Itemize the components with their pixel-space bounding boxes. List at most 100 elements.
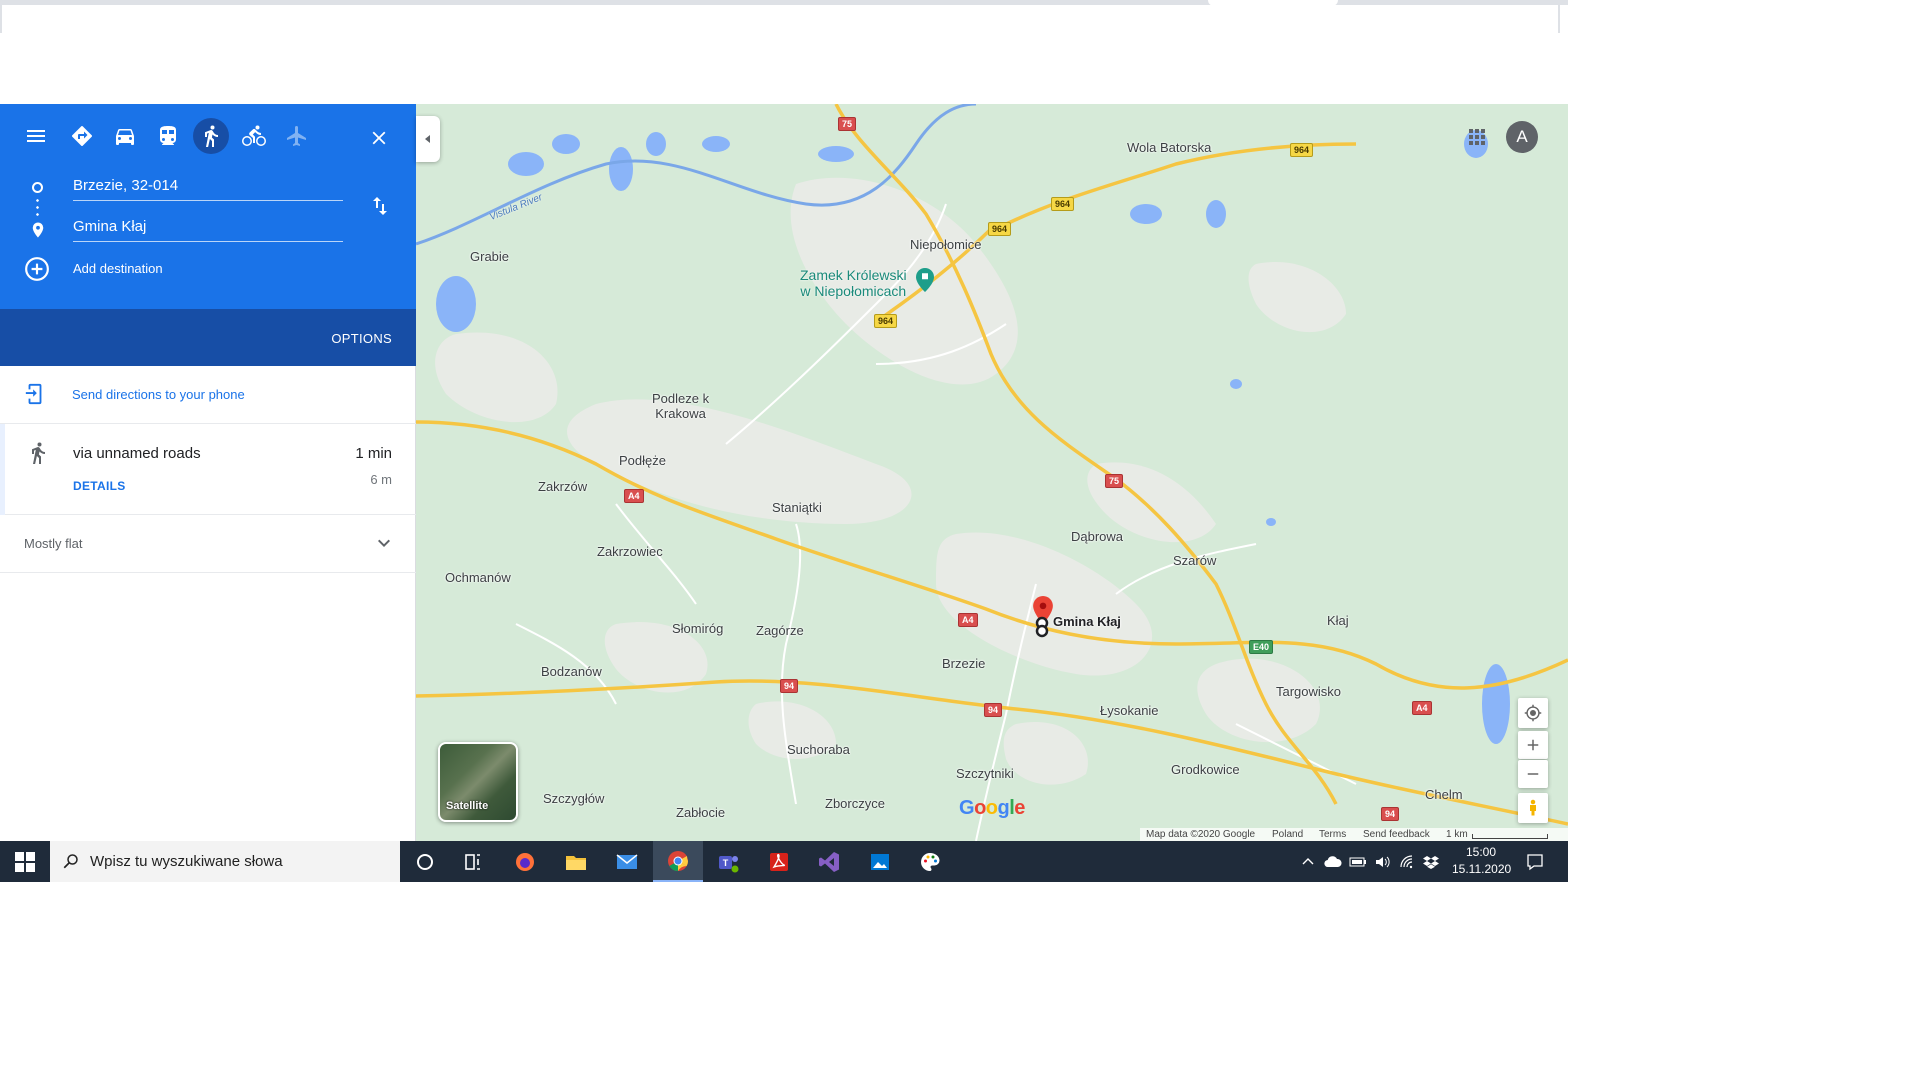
- mode-transit-button[interactable]: [150, 118, 186, 154]
- send-feedback-link[interactable]: Send feedback: [1363, 829, 1430, 840]
- place-label: Staniątki: [772, 500, 822, 515]
- poi-label[interactable]: Zamek Królewski w Niepołomicach: [800, 267, 907, 299]
- directions-diamond-icon: [72, 126, 92, 146]
- photos-taskbar-button[interactable]: [855, 841, 905, 882]
- notification-center-button[interactable]: [1520, 841, 1550, 882]
- add-destination-link[interactable]: Add destination: [73, 261, 163, 276]
- route-details-link[interactable]: DETAILS: [73, 479, 126, 493]
- acrobat-taskbar-button[interactable]: [754, 841, 804, 882]
- route-distance: 6 m: [370, 472, 392, 487]
- satellite-toggle[interactable]: Satellite: [438, 742, 518, 822]
- place-label: Suchoraba: [787, 742, 850, 757]
- mode-cycling-button[interactable]: [236, 118, 272, 154]
- place-label: Zakrzów: [538, 479, 588, 494]
- place-label: Łysokanie: [1100, 703, 1159, 718]
- onedrive-tray[interactable]: [1322, 841, 1344, 882]
- account-avatar[interactable]: A: [1506, 121, 1538, 153]
- road-shield: 75: [1105, 474, 1124, 488]
- dropbox-tray[interactable]: [1420, 841, 1442, 882]
- road-shield: A4: [958, 613, 978, 627]
- map-attribution: Map data ©2020 Google Poland Terms Send …: [1140, 828, 1568, 841]
- search-icon: [63, 854, 78, 869]
- my-location-button[interactable]: [1518, 698, 1548, 728]
- chevron-left-icon: [425, 135, 430, 143]
- destination-input[interactable]: Gmina Kłaj: [73, 212, 343, 242]
- road-shield: 94: [984, 703, 1003, 717]
- country-link[interactable]: Poland: [1272, 829, 1303, 840]
- landmark-pin-icon[interactable]: [916, 268, 934, 292]
- wifi-icon: [1400, 854, 1413, 868]
- tray-overflow-chevron[interactable]: [1298, 841, 1318, 882]
- place-label: Szczytniki: [956, 766, 1014, 781]
- plus-icon: [1527, 739, 1539, 751]
- road-shield: 964: [1051, 197, 1075, 211]
- clock-date: 15.11.2020: [1452, 862, 1512, 876]
- terms-link[interactable]: Terms: [1319, 829, 1346, 840]
- task-view-button[interactable]: [448, 841, 498, 882]
- place-label: Zakrzowiec: [597, 544, 663, 559]
- menu-button[interactable]: [18, 118, 54, 154]
- place-label: Szarów: [1173, 553, 1217, 568]
- zoom-out-button[interactable]: [1518, 760, 1548, 788]
- airplane-icon: [287, 126, 306, 146]
- volume-tray[interactable]: [1371, 841, 1393, 882]
- paint-taskbar-button[interactable]: [905, 841, 955, 882]
- place-label: Podleze k Krakowa: [652, 391, 710, 421]
- collapse-panel-button[interactable]: [416, 116, 440, 162]
- hamburger-icon: [27, 130, 45, 142]
- mode-walking-button[interactable]: [193, 118, 229, 154]
- visual-studio-taskbar-button[interactable]: [804, 841, 854, 882]
- options-bar: OPTIONS: [0, 309, 416, 366]
- route-option-card[interactable]: via unnamed roads 1 min 6 m DETAILS: [0, 424, 416, 515]
- active-tab[interactable]: [1208, 0, 1338, 6]
- place-label: Podłęże: [619, 453, 666, 468]
- cortana-button[interactable]: [400, 841, 450, 882]
- battery-icon: [1349, 857, 1366, 866]
- mode-driving-button[interactable]: [107, 118, 143, 154]
- firefox-taskbar-button[interactable]: [500, 841, 550, 882]
- map-canvas[interactable]: Wola Batorska Niepołomice Grabie Podleze…: [416, 104, 1568, 841]
- mode-flights-button[interactable]: [279, 118, 315, 154]
- mode-best-button[interactable]: [64, 118, 100, 154]
- elevation-row[interactable]: Mostly flat: [0, 515, 416, 573]
- place-label: Chelm: [1425, 787, 1463, 802]
- car-icon: [116, 129, 134, 145]
- pegman-button[interactable]: [1518, 793, 1548, 823]
- send-to-phone-row[interactable]: Send directions to your phone: [0, 366, 416, 424]
- origin-marker-icon[interactable]: [1035, 616, 1049, 638]
- notification-icon: [1527, 853, 1543, 870]
- cloud-icon: [1324, 855, 1342, 867]
- taskbar-clock[interactable]: 15:00 15.11.2020: [1452, 844, 1512, 878]
- place-label: Niepołomice: [910, 237, 982, 252]
- start-button[interactable]: [0, 841, 50, 882]
- folder-icon: [566, 855, 586, 870]
- chevron-up-icon: [1302, 857, 1314, 864]
- chrome-taskbar-button[interactable]: [653, 841, 703, 882]
- task-view-icon: [465, 853, 480, 870]
- road-shield: A4: [624, 489, 644, 503]
- satellite-label: Satellite: [446, 800, 489, 812]
- options-button[interactable]: OPTIONS: [331, 331, 392, 346]
- zoom-in-button[interactable]: [1518, 731, 1548, 759]
- apps-grid-icon[interactable]: [1468, 128, 1486, 146]
- place-label: Szczygłów: [543, 791, 605, 806]
- taskbar-search[interactable]: Wpisz tu wyszukiwane słowa: [50, 841, 400, 882]
- chrome-icon: [668, 850, 689, 871]
- teams-taskbar-button[interactable]: T: [703, 841, 753, 882]
- road-shield: A4: [1412, 701, 1432, 715]
- add-destination-icon[interactable]: [24, 256, 50, 282]
- road-shield: E40: [1249, 640, 1274, 654]
- swap-icon[interactable]: [368, 194, 392, 218]
- place-label: Bodzanów: [541, 664, 602, 679]
- close-directions-button[interactable]: [363, 122, 395, 154]
- send-to-phone-label[interactable]: Send directions to your phone: [72, 387, 245, 402]
- walking-icon: [32, 442, 45, 464]
- battery-tray[interactable]: [1347, 841, 1369, 882]
- scale-label[interactable]: 1 km: [1446, 829, 1468, 840]
- place-label: Grodkowice: [1171, 762, 1240, 777]
- place-label: Grabie: [470, 249, 510, 264]
- file-explorer-taskbar-button[interactable]: [551, 841, 601, 882]
- origin-input[interactable]: Brzezie, 32-014: [73, 171, 343, 201]
- mail-taskbar-button[interactable]: [602, 841, 652, 882]
- network-tray[interactable]: [1396, 841, 1418, 882]
